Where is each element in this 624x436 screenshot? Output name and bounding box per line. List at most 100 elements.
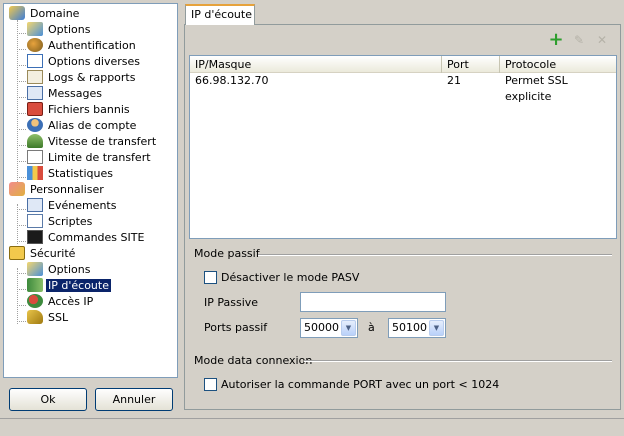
chevron-down-icon[interactable]: ▼ [341,320,356,336]
tree-item-vitesse-de-transfert[interactable]: Vitesse de transfert [27,134,158,150]
cell-ip: 66.98.132.70 [195,74,269,87]
group-divider [304,360,612,362]
listen-ip-list[interactable]: IP/Masque Port Protocole 66.98.132.70 21… [189,55,617,239]
ssl-key-icon [27,310,43,324]
tree-item-label: Authentification [48,39,136,52]
port-to-value: 50100 [392,321,427,334]
tree-item-authentification[interactable]: Authentification [27,38,138,54]
port-from-select[interactable]: 50000 ▼ [300,318,358,338]
pencil-icon[interactable]: ✎ [571,32,587,48]
x-icon[interactable]: ✕ [594,32,610,48]
tree-item-label: Options diverses [48,55,141,68]
tree-item-label: Commandes SITE [48,231,145,244]
port-range-to-label: à [368,321,375,334]
logs-icon [27,70,43,84]
column-header-protocol[interactable]: Protocole [500,56,617,73]
tree-item-label: Fichiers bannis [48,103,130,116]
tree-guide-line [17,20,18,188]
port-to-select[interactable]: 50100 ▼ [388,318,446,338]
tree-connector [17,113,26,114]
tree-connector [17,321,26,322]
tree-connector [17,49,26,50]
tree-item-label: Limite de transfert [48,151,151,164]
passive-mode-title: Mode passif [194,247,260,260]
tree-connector [17,33,26,34]
cancel-button[interactable]: Annuler [95,388,173,411]
tree-item-securite[interactable]: Sécurité [9,246,77,262]
transfer-speed-icon [27,134,43,148]
tree-connector [17,161,26,162]
allow-port-label[interactable]: Autoriser la commande PORT avec un port … [221,378,499,391]
tree-item-label: Messages [48,87,102,100]
customize-icon [9,182,25,196]
column-header-port[interactable]: Port [442,56,500,73]
tree-item-label: Personnaliser [30,183,104,196]
tree-item-ip-d-ecoute[interactable]: IP d'écoute [27,278,111,294]
listen-ip-icon [27,278,43,292]
tree-item-fichiers-bannis[interactable]: Fichiers bannis [27,102,132,118]
tree-connector [17,289,26,290]
ok-button[interactable]: Ok [9,388,87,411]
tree-item-label: Options [48,263,91,276]
tree-connector [17,209,26,210]
tree-item-acces-ip[interactable]: Accès IP [27,294,95,310]
passive-ports-label: Ports passif [204,321,268,334]
tree-connector [17,177,26,178]
tree-connector [17,241,26,242]
tree-connector [17,225,26,226]
tree-item-label: Accès IP [48,295,94,308]
tree-connector [17,305,26,306]
tree-item-options[interactable]: Options [27,262,92,278]
passive-ip-input[interactable] [300,292,446,312]
ip-access-icon [27,294,43,308]
passive-ip-label: IP Passive [204,296,259,309]
tree-item-personnaliser[interactable]: Personnaliser [9,182,106,198]
auth-icon [27,38,43,52]
disable-pasv-checkbox[interactable] [204,271,217,284]
tree-item-options-diverses[interactable]: Options diverses [27,54,142,70]
tree-item-messages[interactable]: Messages [27,86,104,102]
domain-icon [9,6,25,20]
tree-guide-line [17,268,18,324]
account-alias-icon [27,118,43,132]
messages-icon [27,86,43,100]
tree-connector [17,65,26,66]
plus-icon[interactable]: + [548,31,564,49]
tree-item-logs-rapports[interactable]: Logs & rapports [27,70,137,86]
tree-item-label: Evénements [48,199,117,212]
group-divider [258,254,612,256]
column-header-ip[interactable]: IP/Masque [190,56,442,73]
cell-protocol: Permet SSL explicite [505,74,568,103]
tree-item-label: Alias de compte [48,119,137,132]
tree-item-limite-de-transfert[interactable]: Limite de transfert [27,150,153,166]
tree-item-label: Vitesse de transfert [48,135,157,148]
tree-item-label: Options [48,23,91,36]
options-icon [27,22,43,36]
disable-pasv-label[interactable]: Désactiver le mode PASV [221,271,359,284]
tree-item-label: Logs & rapports [48,71,136,84]
data-connection-title: Mode data connexion [194,354,313,367]
tab-listen-ip[interactable]: IP d'écoute [185,4,255,25]
port-from-value: 50000 [304,321,339,334]
tree-item-options[interactable]: Options [27,22,92,38]
tree-connector [17,97,26,98]
tree-item-domaine[interactable]: Domaine [9,6,81,22]
chevron-down-icon[interactable]: ▼ [429,320,444,336]
tree-connector [17,273,26,274]
tree-item-alias-de-compte[interactable]: Alias de compte [27,118,138,134]
tree-connector [17,145,26,146]
tree-item-label: Domaine [30,7,80,20]
tree-item-ssl[interactable]: SSL [27,310,70,326]
site-commands-icon [27,230,43,244]
banned-files-icon [27,102,43,116]
tree-item-statistiques[interactable]: Statistiques [27,166,115,182]
tree-item-scriptes[interactable]: Scriptes [27,214,94,230]
tree-connector [17,129,26,130]
security-icon [9,246,25,260]
allow-port-checkbox[interactable] [204,378,217,391]
tree-item-commandes-site[interactable]: Commandes SITE [27,230,146,246]
misc-options-icon [27,54,43,68]
tree-item-evenements[interactable]: Evénements [27,198,118,214]
transfer-limit-icon [27,150,43,164]
tree-item-label: Statistiques [48,167,113,180]
